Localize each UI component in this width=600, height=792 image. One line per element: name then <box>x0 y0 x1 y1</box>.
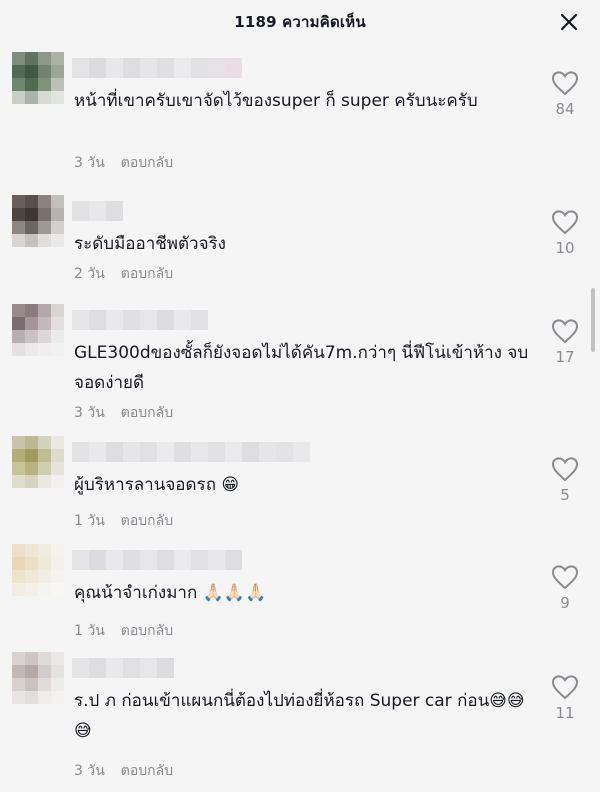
heart-icon[interactable] <box>551 70 579 96</box>
like-button[interactable]: 9 <box>548 564 582 612</box>
like-count: 17 <box>555 348 575 366</box>
comment-meta: 3 วัน ตอบกลับ <box>74 152 173 174</box>
reply-button[interactable]: ตอบกลับ <box>121 620 173 642</box>
grin-emoji-icon: 😁 <box>221 475 240 495</box>
avatar[interactable] <box>12 436 64 488</box>
like-button[interactable]: 11 <box>548 674 582 722</box>
like-count: 84 <box>555 100 575 118</box>
comment-time: 3 วัน <box>74 763 105 779</box>
username-blurred <box>72 442 310 462</box>
like-count: 10 <box>555 239 575 257</box>
avatar[interactable] <box>12 195 64 247</box>
heart-icon[interactable] <box>551 674 579 700</box>
comment-time: 3 วัน <box>74 155 105 171</box>
username-blurred <box>72 310 208 330</box>
comment-meta: 2 วัน ตอบกลับ <box>74 263 173 285</box>
comment-meta: 1 วัน ตอบกลับ <box>74 510 173 532</box>
like-button[interactable]: 17 <box>548 318 582 366</box>
comment-time: 1 วัน <box>74 513 105 529</box>
like-button[interactable]: 84 <box>548 70 582 118</box>
username-blurred <box>72 201 123 221</box>
comment-meta: 3 วัน ตอบกลับ <box>74 760 173 782</box>
like-count: 9 <box>560 594 570 612</box>
comments-header: 1189 ความคิดเห็น <box>0 0 600 44</box>
close-icon <box>560 13 578 31</box>
comment-text: ร.ป ภ ก่อนเข้าแผนกนี่ต้องไปท่องยี่ห้อรถ … <box>74 691 525 741</box>
like-button[interactable]: 10 <box>548 209 582 257</box>
comment-time: 2 วัน <box>74 266 105 282</box>
comment-meta: 1 วัน ตอบกลับ <box>74 620 173 642</box>
reply-button[interactable]: ตอบกลับ <box>121 152 173 174</box>
heart-icon[interactable] <box>551 209 579 235</box>
comment-count-title: 1189 ความคิดเห็น <box>234 13 366 31</box>
reply-button[interactable]: ตอบกลับ <box>121 263 173 285</box>
username-blurred <box>72 550 242 570</box>
comment-text: คุณน้าจำเก่งมาก 🙏🏻🙏🏻🙏🏻 <box>74 583 267 603</box>
avatar[interactable] <box>12 304 64 356</box>
avatar[interactable] <box>12 52 64 104</box>
avatar[interactable] <box>12 544 64 596</box>
reply-button[interactable]: ตอบกลับ <box>121 402 173 424</box>
comment-time: 3 วัน <box>74 405 105 421</box>
like-count: 11 <box>555 704 575 722</box>
username-blurred <box>72 58 242 78</box>
praying-hands-emoji-icon: 🙏🏻🙏🏻🙏🏻 <box>202 583 267 603</box>
comment-text: ผู้บริหารลานจอดรถ 😁 <box>74 475 240 495</box>
username-blurred <box>72 658 174 678</box>
close-button[interactable] <box>556 9 582 35</box>
scrollbar[interactable] <box>591 288 595 352</box>
like-count: 5 <box>560 486 570 504</box>
reply-button[interactable]: ตอบกลับ <box>121 760 173 782</box>
like-button[interactable]: 5 <box>548 456 582 504</box>
heart-icon[interactable] <box>551 564 579 590</box>
comment-time: 1 วัน <box>74 623 105 639</box>
comment-text: หน้าที่เขาครับเขาจัดไว้ของsuper ก็ super… <box>74 91 478 111</box>
comment-meta: 3 วัน ตอบกลับ <box>74 402 173 424</box>
comment-text: ระดับมืออาชีพตัวจริง <box>74 234 226 254</box>
comment-text: GLE300dของซั้ลก็ยังจอดไม่ได้คัน7m.กว่าๆ … <box>74 343 529 393</box>
reply-button[interactable]: ตอบกลับ <box>121 510 173 532</box>
heart-icon[interactable] <box>551 456 579 482</box>
avatar[interactable] <box>12 652 64 704</box>
heart-icon[interactable] <box>551 318 579 344</box>
